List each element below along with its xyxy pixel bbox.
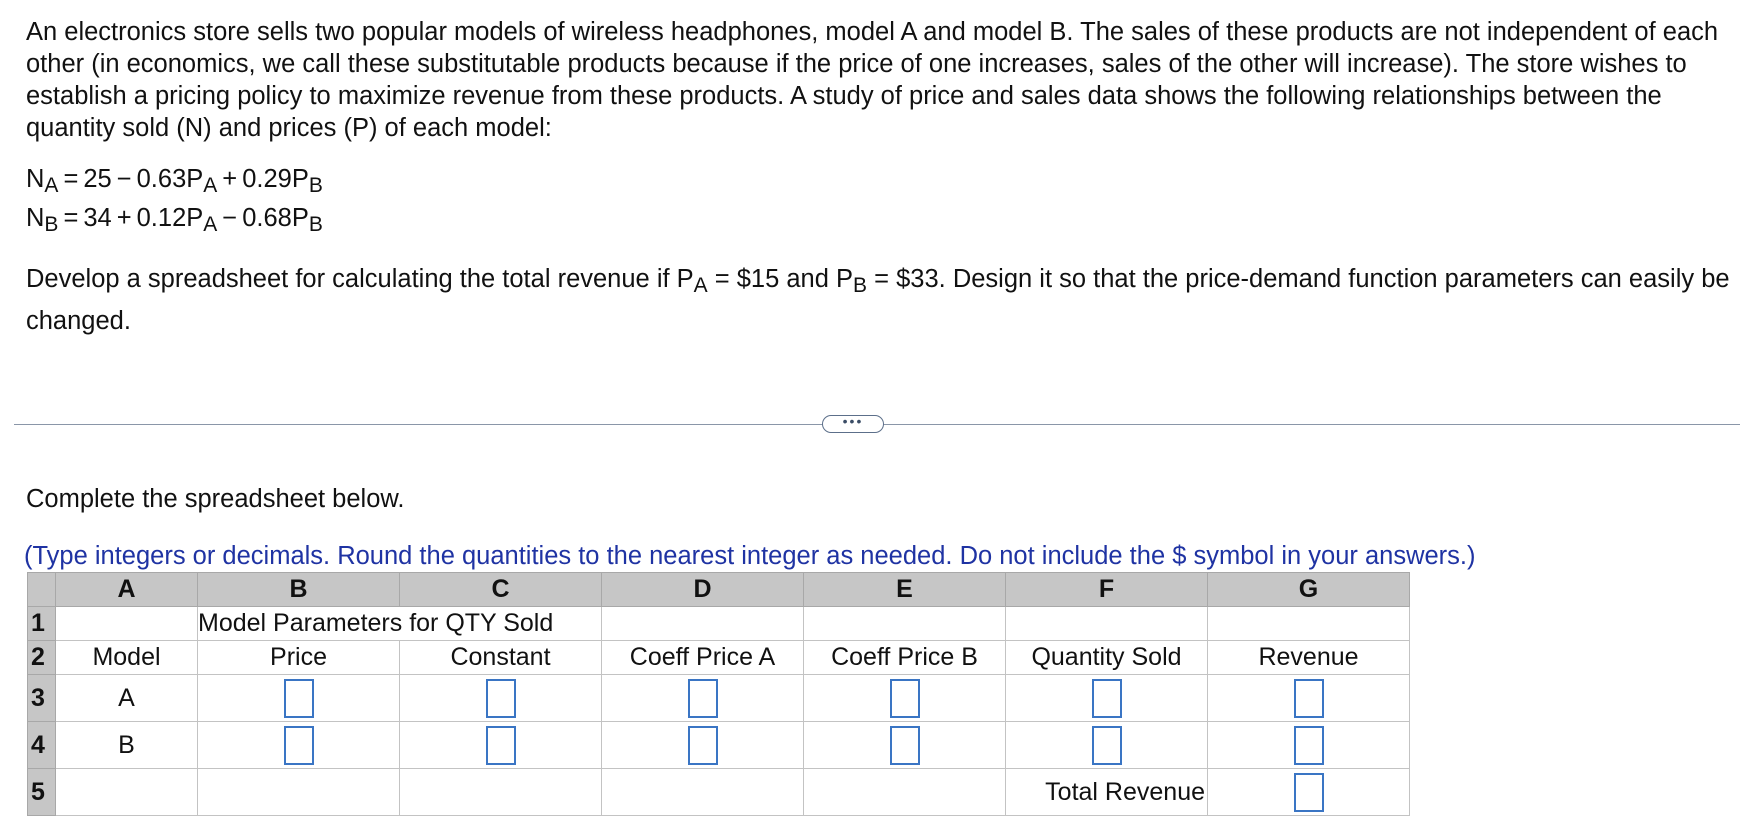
row-number-2: 2 xyxy=(27,640,56,675)
header-price: Price xyxy=(197,640,400,675)
constant-b-input[interactable] xyxy=(485,725,516,765)
equation-model-b: NB = 34 +0.12PA −0.68PB xyxy=(26,203,323,236)
cell-e3 xyxy=(803,674,1006,722)
cell-g3 xyxy=(1207,674,1410,722)
expand-more-button[interactable]: ••• xyxy=(822,414,884,433)
cell-d4 xyxy=(601,721,804,769)
row-number-1: 1 xyxy=(27,606,56,641)
cell-c3 xyxy=(399,674,602,722)
cell-e5 xyxy=(803,768,1006,816)
column-header-d: D xyxy=(601,572,804,607)
eq-a-lhs-sub: A xyxy=(44,174,59,197)
constant-a-input[interactable] xyxy=(485,678,516,718)
cell-f4 xyxy=(1005,721,1208,769)
total-revenue-input[interactable] xyxy=(1293,772,1324,812)
cell-b5 xyxy=(197,768,400,816)
eq-a-sub2: B xyxy=(308,174,323,197)
eq-a-coef1: 0.63P xyxy=(136,165,204,193)
cell-a5 xyxy=(55,768,198,816)
spreadsheet-table: A B C D E F G 1 Model Parameters for QTY… xyxy=(27,572,1410,816)
model-a-label: A xyxy=(55,674,198,722)
cell-c4 xyxy=(399,721,602,769)
complete-prompt: Complete the spreadsheet below. xyxy=(26,485,405,513)
answer-instructions: (Type integers or decimals. Round the qu… xyxy=(24,542,1476,570)
cell-d1 xyxy=(601,606,804,641)
cell-a1 xyxy=(55,606,198,641)
cell-g4 xyxy=(1207,721,1410,769)
develop-instructions: Develop a spreadsheet for calculating th… xyxy=(26,258,1738,342)
equation-model-a: NA = 25−0.63PA +0.29PB xyxy=(26,164,323,197)
column-header-row: A B C D E F G xyxy=(27,572,1410,607)
eq-b-op2: − xyxy=(222,204,238,232)
sheet-row-4: 4 B xyxy=(27,721,1410,769)
cell-c5 xyxy=(399,768,602,816)
revenue-b-input[interactable] xyxy=(1293,725,1324,765)
row-number-4: 4 xyxy=(27,721,56,769)
revenue-a-input[interactable] xyxy=(1293,678,1324,718)
sheet-row-5: 5 Total Revenue xyxy=(27,768,1410,816)
cell-f1 xyxy=(1005,606,1208,641)
header-coeff-price-a: Coeff Price A xyxy=(601,640,804,675)
sheet-row-2: 2 Model Price Constant Coeff Price A Coe… xyxy=(27,640,1410,675)
price-b-input[interactable] xyxy=(283,725,314,765)
column-header-g: G xyxy=(1207,572,1410,607)
cell-d5 xyxy=(601,768,804,816)
eq-a-op2: + xyxy=(222,165,238,193)
spreadsheet: A B C D E F G 1 Model Parameters for QTY… xyxy=(27,572,1410,816)
eq-a-op1: − xyxy=(116,165,132,193)
cell-e4 xyxy=(803,721,1006,769)
header-constant: Constant xyxy=(399,640,602,675)
cell-g5 xyxy=(1207,768,1410,816)
eq-b-coef1: 0.12P xyxy=(136,204,204,232)
eq-b-equals: = xyxy=(63,204,79,232)
coeff-price-a-model-b-input[interactable] xyxy=(687,725,718,765)
cell-e1 xyxy=(803,606,1006,641)
sheet-row-1: 1 Model Parameters for QTY Sold xyxy=(27,606,1410,641)
header-model: Model xyxy=(55,640,198,675)
eq-b-sub1: A xyxy=(203,213,218,236)
column-header-a: A xyxy=(55,572,198,607)
header-revenue: Revenue xyxy=(1207,640,1410,675)
eq-a-sub1: A xyxy=(203,174,218,197)
header-coeff-price-b: Coeff Price B xyxy=(803,640,1006,675)
develop-sub-a: A xyxy=(693,274,708,297)
eq-b-lhs-sub: B xyxy=(44,213,59,236)
eq-b-sub2: B xyxy=(308,213,323,236)
quantity-sold-b-input[interactable] xyxy=(1091,725,1122,765)
model-parameters-title: Model Parameters for QTY Sold xyxy=(197,606,602,641)
cell-b4 xyxy=(197,721,400,769)
column-header-f: F xyxy=(1005,572,1208,607)
problem-intro: An electronics store sells two popular m… xyxy=(26,18,1719,142)
cell-f3 xyxy=(1005,674,1208,722)
coeff-price-b-model-b-input[interactable] xyxy=(889,725,920,765)
eq-b-op1: + xyxy=(116,204,132,232)
coeff-price-a-model-a-input[interactable] xyxy=(687,678,718,718)
column-header-e: E xyxy=(803,572,1006,607)
eq-a-constant: 25 xyxy=(83,165,112,193)
price-a-input[interactable] xyxy=(283,678,314,718)
column-header-c: C xyxy=(399,572,602,607)
sheet-row-3: 3 A xyxy=(27,674,1410,722)
column-header-b: B xyxy=(197,572,400,607)
develop-text-2: = $15 and P xyxy=(707,265,854,293)
header-quantity-sold: Quantity Sold xyxy=(1005,640,1208,675)
eq-a-equals: = xyxy=(63,165,79,193)
row-number-5: 5 xyxy=(27,768,56,816)
model-b-label: B xyxy=(55,721,198,769)
total-revenue-label: Total Revenue xyxy=(1005,768,1208,816)
cell-g1 xyxy=(1207,606,1410,641)
eq-a-lhs: N xyxy=(26,165,45,193)
row-number-3: 3 xyxy=(27,674,56,722)
eq-b-coef2: 0.68P xyxy=(242,204,309,232)
eq-b-lhs: N xyxy=(26,204,45,232)
develop-text-1: Develop a spreadsheet for calculating th… xyxy=(26,265,694,293)
corner-cell xyxy=(27,572,56,607)
eq-b-constant: 34 xyxy=(83,204,112,232)
coeff-price-b-model-a-input[interactable] xyxy=(889,678,920,718)
eq-a-coef2: 0.29P xyxy=(242,165,309,193)
cell-d3 xyxy=(601,674,804,722)
cell-b3 xyxy=(197,674,400,722)
develop-sub-b: B xyxy=(853,274,868,297)
quantity-sold-a-input[interactable] xyxy=(1091,678,1122,718)
